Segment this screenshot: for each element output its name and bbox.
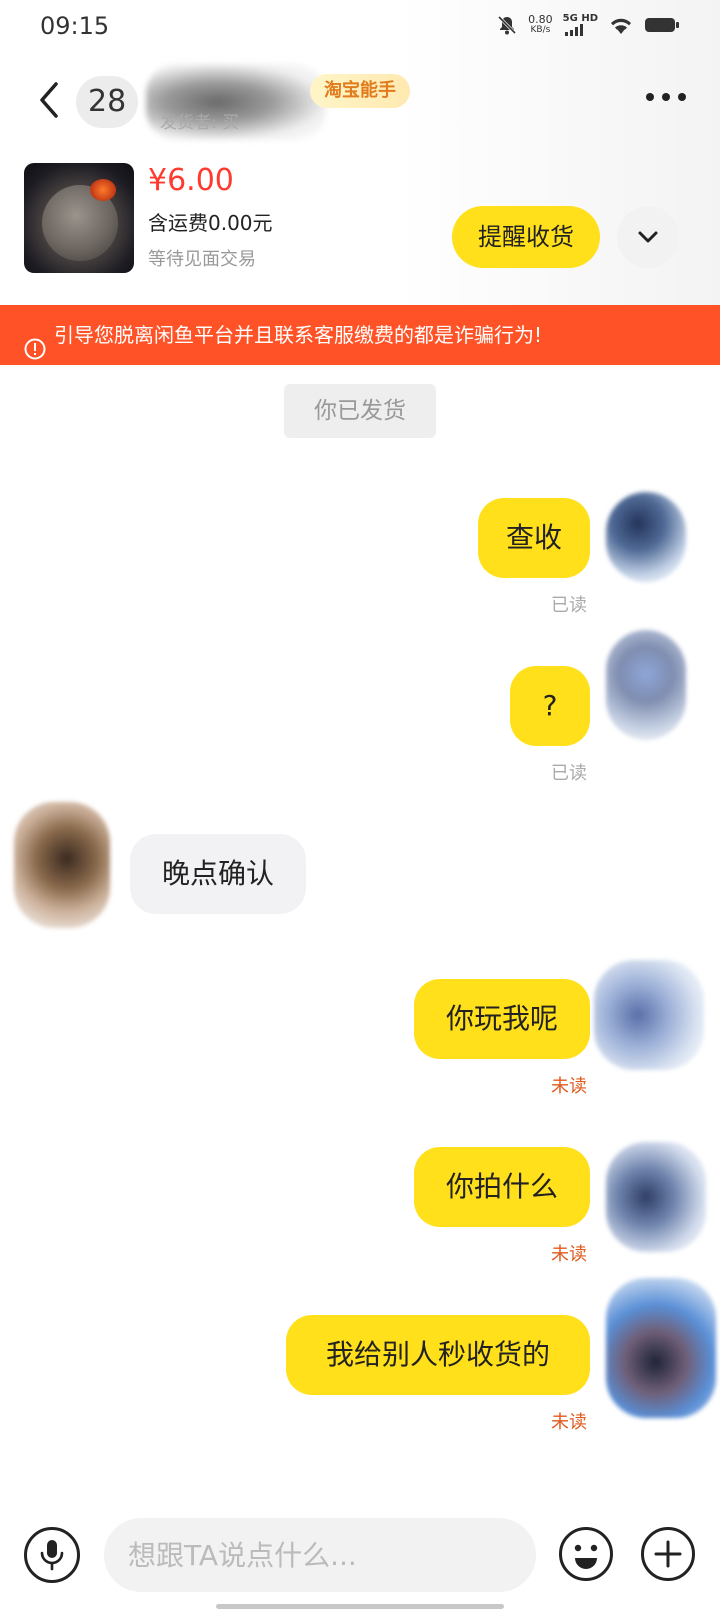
more-dot-icon [662,93,670,101]
my-avatar[interactable] [594,960,704,1070]
warning-text: 引导您脱离闲鱼平台并且联系客服缴费的都是诈骗行为! [54,323,543,347]
mute-bell-icon [496,14,518,36]
read-status: 未读 [551,1244,587,1265]
nav-bar: 28 淘宝能手 发货者: 买 [0,64,720,140]
remind-receipt-button[interactable]: 提醒收货 [452,206,600,268]
expand-button[interactable] [617,206,679,268]
trade-status: 等待见面交易 [148,249,256,270]
shipping-fee: 含运费0.00元 [148,211,273,235]
more-actions-button[interactable] [640,1526,696,1582]
system-message: 你已发货 [284,384,436,438]
net-speed-unit: KB/s [530,25,551,35]
message-bubble-mine[interactable]: ? [510,666,590,746]
my-avatar[interactable] [606,1142,706,1252]
read-status: 未读 [551,1076,587,1097]
input-bar [0,1508,720,1598]
fraud-warning-banner: 引导您脱离闲鱼平台并且联系客服缴费的都是诈骗行为! [0,305,720,365]
battery-icon [644,16,680,34]
more-dot-icon [646,93,654,101]
wifi-icon [608,15,634,35]
message-input[interactable] [104,1518,536,1592]
microphone-icon [40,1540,64,1571]
smiley-icon [559,1527,613,1581]
plus-icon [641,1527,695,1581]
read-status: 已读 [551,763,587,784]
signal-icon [563,24,598,36]
product-card[interactable]: ¥6.00 含运费0.00元 等待见面交易 提醒收货 [24,163,704,283]
flame-image [90,179,116,201]
contact-avatar[interactable] [14,802,110,928]
read-status: 已读 [551,595,587,616]
my-avatar[interactable] [606,1278,716,1418]
my-avatar[interactable] [606,492,686,582]
message-bubble-mine[interactable]: 查收 [478,498,590,578]
product-thumbnail[interactable] [24,163,134,273]
seller-badge: 淘宝能手 [310,74,410,108]
product-price: ¥6.00 [148,163,234,198]
message-bubble-mine[interactable]: 我给别人秒收货的 [286,1315,590,1395]
more-dot-icon [678,93,686,101]
status-time: 09:15 [40,12,110,40]
status-icons: 0.80 KB/s 5G HD [496,14,680,36]
message-bubble-mine[interactable]: 你拍什么 [414,1147,590,1227]
emoji-button[interactable] [558,1526,614,1582]
net-speed: 0.80 KB/s [528,14,553,36]
my-avatar[interactable] [606,630,686,740]
message-bubble-mine[interactable]: 你玩我呢 [414,979,590,1059]
home-indicator[interactable] [216,1604,504,1609]
message-bubble-theirs[interactable]: 晚点确认 [130,834,306,914]
status-bar: 09:15 0.80 KB/s 5G HD [0,0,720,56]
warning-icon [24,323,46,383]
net-type: 5G HD [562,13,598,24]
unread-count-pill[interactable]: 28 [76,76,139,128]
back-button[interactable] [30,80,70,120]
more-options-button[interactable] [646,84,690,110]
contact-subline: 发货者: 买 [160,113,240,133]
voice-input-button[interactable] [24,1527,80,1583]
read-status: 未读 [551,1412,587,1433]
chevron-down-icon [638,231,658,243]
chevron-left-icon [40,82,58,118]
signal-group: 5G HD [563,14,598,36]
